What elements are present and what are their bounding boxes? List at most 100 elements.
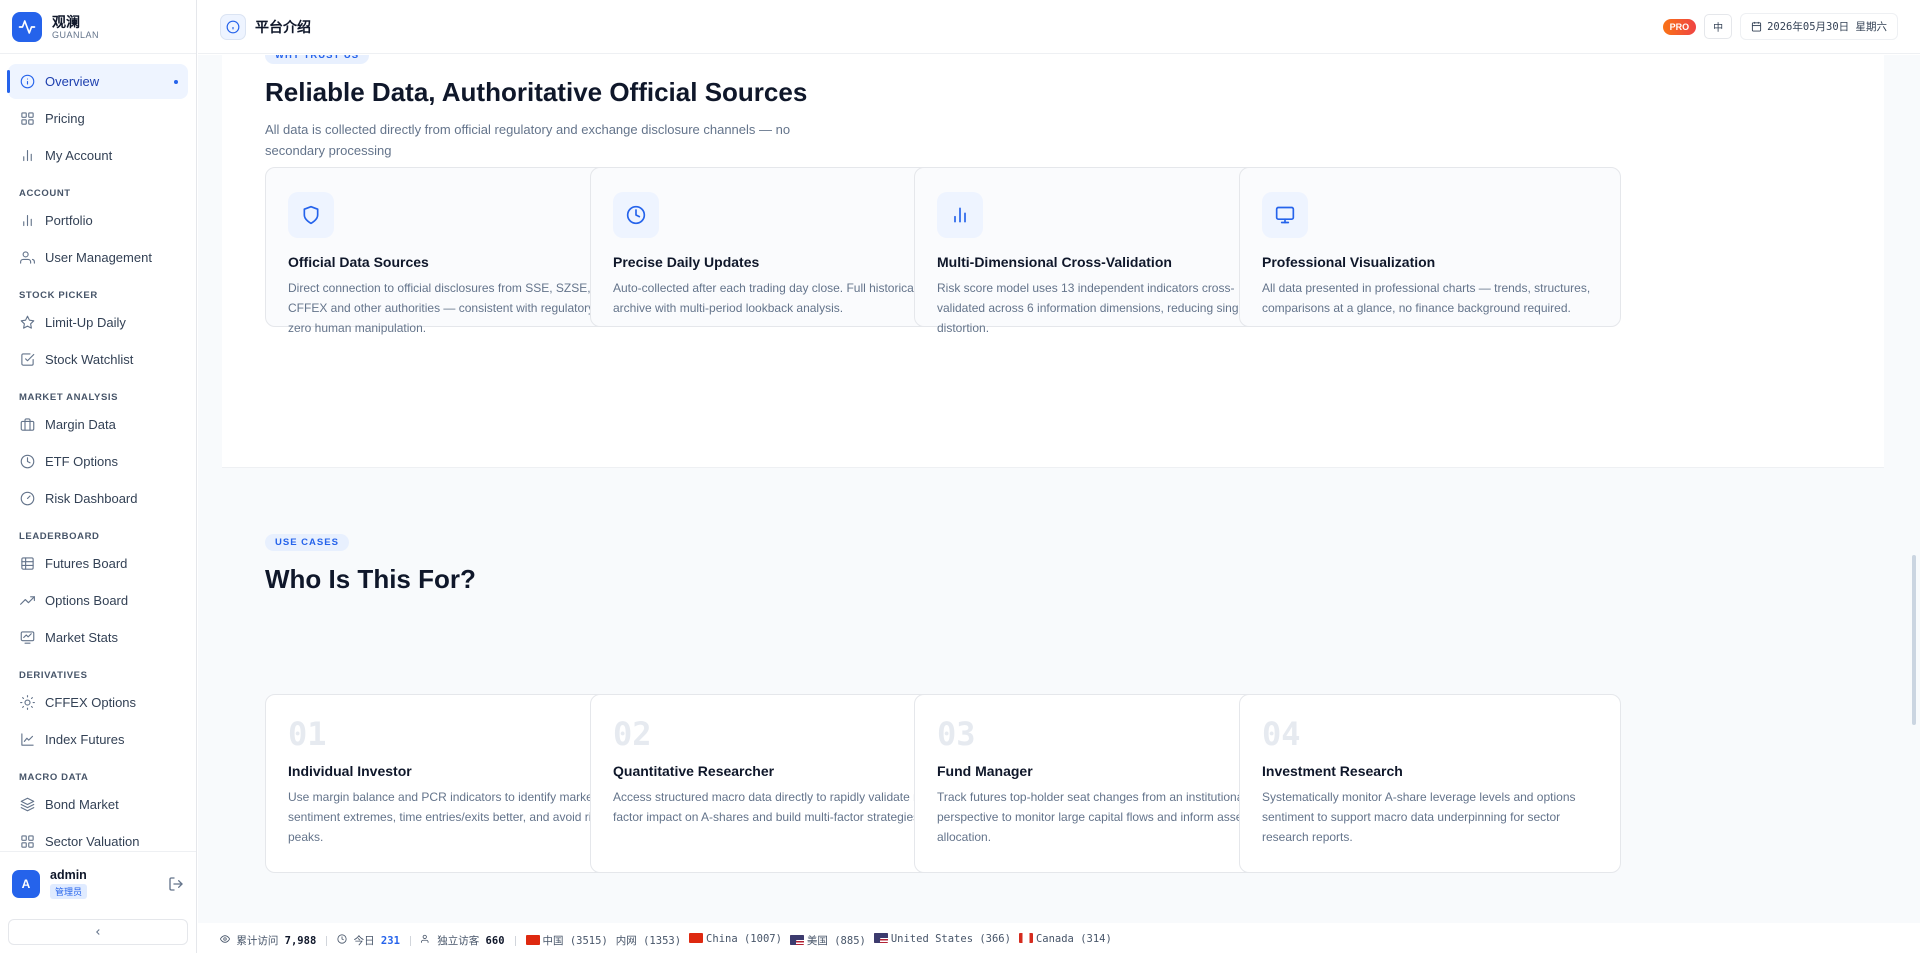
collapse-sidebar-button[interactable] xyxy=(8,919,188,945)
sidebar-item-sector-valuation[interactable]: Sector Valuation xyxy=(8,824,188,851)
trust-title: Reliable Data, Authoritative Official So… xyxy=(265,77,808,107)
sidebar-item-label: Pricing xyxy=(45,111,85,126)
usecase-description: Systematically monitor A-share leverage … xyxy=(1262,790,1576,844)
users-icon xyxy=(20,250,35,265)
clock-icon xyxy=(613,192,659,238)
geo-stat-item: China (1007) xyxy=(689,933,782,948)
unique-visitors: 独立访客 660 xyxy=(420,933,505,948)
sidebar-item-label: Overview xyxy=(45,74,100,89)
sidebar-section-title: MARKET ANALYSIS xyxy=(19,392,119,403)
date-display: 2026年05月30日 星期六 xyxy=(1740,13,1898,40)
sidebar-item-limit-up-daily[interactable]: Limit-Up Daily xyxy=(8,305,188,340)
flag-cn-icon xyxy=(525,935,540,945)
scrollbar-thumb[interactable] xyxy=(1912,555,1916,725)
clock-icon xyxy=(20,454,35,469)
logout-icon[interactable] xyxy=(168,876,184,892)
usecase-title: Individual Investor xyxy=(288,763,412,779)
sidebar-item-label: Index Futures xyxy=(45,732,125,747)
sidebar-item-etf-options[interactable]: ETF Options xyxy=(8,444,188,479)
user-profile: A admin 管理员 xyxy=(0,851,196,915)
sidebar: 观澜 GUANLAN Overview Pricing My Account ACCO… xyxy=(0,0,197,953)
flag-ca-icon xyxy=(1018,933,1033,943)
language-toggle-button[interactable]: 中 xyxy=(1704,14,1733,39)
usecases-section: USE CASES Who Is This For? 01 Individual … xyxy=(222,467,1884,885)
geo-stat-item: 中国 (3515) xyxy=(525,933,608,948)
sidebar-item-user-management[interactable]: User Management xyxy=(8,240,188,275)
trust-section: WHY TRUST US Reliable Data, Authoritativ… xyxy=(222,55,1884,467)
sidebar-item-margin-data[interactable]: Margin Data xyxy=(8,407,188,442)
flag-us-icon xyxy=(873,933,888,943)
sidebar-item-label: Risk Dashboard xyxy=(45,491,138,506)
bar-chart-icon xyxy=(20,148,35,163)
monitor-chart-icon xyxy=(20,630,35,645)
usecase-number: 04 xyxy=(1262,715,1301,753)
sidebar-section-title: STOCK PICKER xyxy=(19,290,98,301)
bar-chart-icon xyxy=(20,213,35,228)
sidebar-section-title: LEADERBOARD xyxy=(19,531,100,542)
geo-stat-item: 美国 (885) xyxy=(789,933,866,948)
sidebar-item-label: Stock Watchlist xyxy=(45,352,134,367)
gauge-icon xyxy=(20,491,35,506)
sidebar-item-label: User Management xyxy=(45,250,152,265)
usecase-card: 04 Investment Research Systematically moni… xyxy=(1239,694,1621,873)
feature-card-title: Professional Visualization xyxy=(1262,254,1436,270)
sidebar-item-futures-board[interactable]: Futures Board xyxy=(8,546,188,581)
sidebar-item-pricing[interactable]: Pricing xyxy=(8,101,188,136)
today-visits: 今日 231 xyxy=(337,933,400,948)
avatar[interactable]: A xyxy=(12,869,40,898)
trending-up-icon xyxy=(20,593,35,608)
sidebar-item-stock-watchlist[interactable]: Stock Watchlist xyxy=(8,342,188,377)
info-circle-icon xyxy=(20,74,35,89)
usecase-number: 03 xyxy=(937,715,976,753)
star-icon xyxy=(20,315,35,330)
geo-stat-item: Canada (314) xyxy=(1018,933,1112,948)
calendar-icon xyxy=(1752,21,1762,32)
active-indicator xyxy=(174,79,178,84)
sidebar-item-label: ETF Options xyxy=(45,454,118,469)
sidebar-item-options-board[interactable]: Options Board xyxy=(8,583,188,618)
visitor-stats-bar: 累计访问 7,988 今日 231 独立访客 660 中国 (3515) 内网 (… xyxy=(198,928,1920,953)
usecase-number: 02 xyxy=(613,715,652,753)
sidebar-item-overview[interactable]: Overview xyxy=(7,64,188,99)
top-header: 平台介绍 PRO 中 2026年05月30日 星期六 xyxy=(198,0,1920,54)
sidebar-item-cffex-options[interactable]: CFFEX Options xyxy=(8,685,188,720)
trust-eyebrow: WHY TRUST US xyxy=(265,55,370,64)
monitor-icon xyxy=(1262,192,1308,238)
table-icon xyxy=(20,556,35,571)
pro-badge: PRO xyxy=(1662,18,1697,35)
usecase-title: Fund Manager xyxy=(937,763,1033,779)
line-chart-icon xyxy=(20,732,35,747)
trust-description: All data is collected directly from offi… xyxy=(265,122,791,158)
page-title: 平台介绍 xyxy=(255,18,311,35)
brand[interactable]: 观澜 GUANLAN xyxy=(0,0,196,54)
feature-card-description: Direct connection to official disclosure… xyxy=(288,281,625,335)
layers-icon xyxy=(20,797,35,812)
sidebar-item-market-stats[interactable]: Market Stats xyxy=(8,620,188,655)
usecase-title: Quantitative Researcher xyxy=(613,763,775,779)
sidebar-item-label: Sector Valuation xyxy=(45,834,140,849)
sidebar-item-label: Portfolio xyxy=(45,213,93,228)
sun-icon xyxy=(20,695,35,710)
sidebar-item-portfolio[interactable]: Portfolio xyxy=(8,203,188,238)
grid-icon xyxy=(20,834,35,849)
sidebar-item-risk-dashboard[interactable]: Risk Dashboard xyxy=(8,481,188,516)
flag-cn-icon xyxy=(689,933,704,943)
sidebar-item-bond-market[interactable]: Bond Market xyxy=(8,787,188,822)
chevron-left-icon xyxy=(96,929,100,935)
feature-card-title: Precise Daily Updates xyxy=(613,254,760,270)
flag-us-icon xyxy=(789,935,804,945)
geo-stat-item: 内网 (1353) xyxy=(615,935,682,947)
eye-icon xyxy=(219,935,231,943)
user-name: admin xyxy=(50,867,87,882)
usecase-title: Investment Research xyxy=(1262,763,1403,779)
sidebar-item-index-futures[interactable]: Index Futures xyxy=(8,722,188,757)
bar-chart-icon xyxy=(937,192,983,238)
sidebar-item-label: Limit-Up Daily xyxy=(45,315,126,330)
sidebar-item-label: Options Board xyxy=(45,593,129,608)
sidebar-item-my-account[interactable]: My Account xyxy=(8,138,188,173)
sidebar-nav: Overview Pricing My Account ACCOUNT Portfoli… xyxy=(0,54,196,851)
feature-card-description: Auto-collected after each trading day cl… xyxy=(613,281,917,315)
usecase-number: 01 xyxy=(288,715,327,753)
sidebar-section-title: MACRO DATA xyxy=(19,772,89,783)
sidebar-item-label: Bond Market xyxy=(45,797,119,812)
